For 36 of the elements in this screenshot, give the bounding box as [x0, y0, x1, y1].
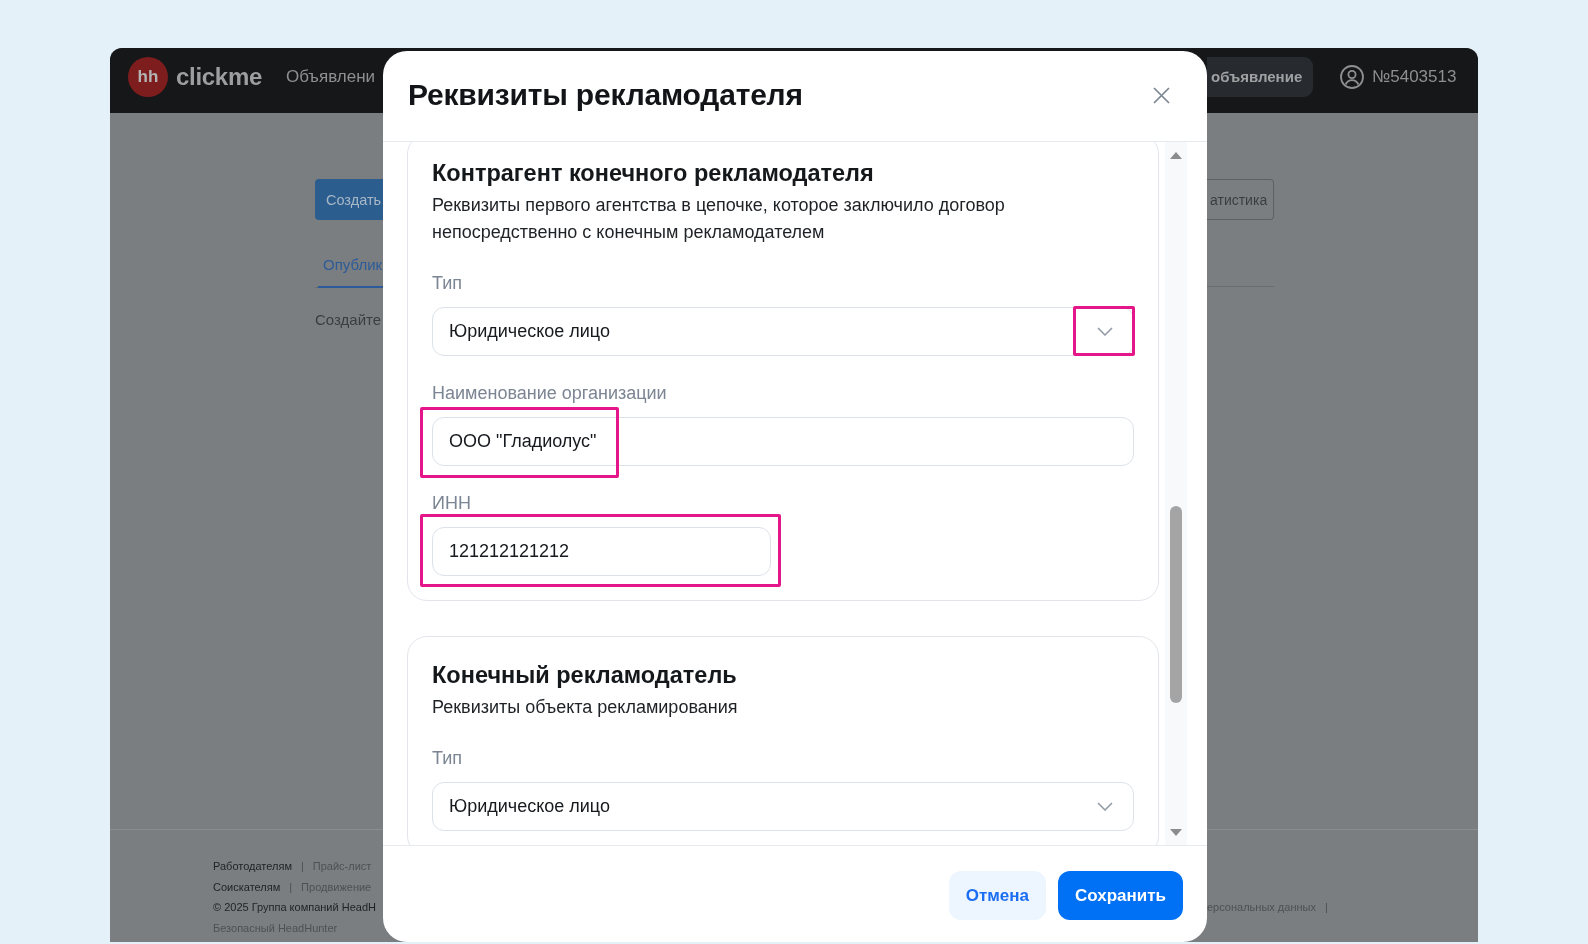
create-button[interactable]: Создать: [315, 179, 383, 220]
chevron-down-icon: [1097, 327, 1113, 336]
field-label: Тип: [432, 273, 462, 293]
field-label: ИНН: [432, 493, 471, 513]
scroll-up-arrow-icon[interactable]: [1170, 151, 1182, 159]
section-description: Реквизиты первого агентства в цепочке, которое заключило договор непосредственно с конечным рекламодателем: [432, 194, 1006, 244]
logo-badge[interactable]: hh: [128, 56, 168, 97]
save-button[interactable]: Сохранить: [1057, 871, 1183, 920]
footer-link[interactable]: Соискателям: [213, 876, 281, 898]
field-label: Тип: [432, 748, 462, 768]
cancel-button[interactable]: Отмена: [948, 871, 1046, 920]
account-number[interactable]: №5403513: [1372, 66, 1457, 87]
header-button[interactable]: объявление: [1207, 56, 1313, 97]
footer-separator: |: [1324, 900, 1328, 915]
empty-state-text: Создайте: [315, 311, 383, 328]
scrollbar-thumb[interactable]: [1170, 506, 1182, 703]
section-title: Контрагент конечного рекламодателя: [432, 159, 875, 187]
scroll-down-arrow-icon[interactable]: [1170, 828, 1182, 836]
statistics-button[interactable]: атистика: [1207, 179, 1274, 220]
chevron-down-icon: [1097, 802, 1113, 811]
section-description: Реквизиты объекта рекламирования: [432, 696, 739, 719]
section-title: Конечный рекламодатель: [432, 661, 738, 689]
input-field[interactable]: 121212121212: [432, 527, 771, 576]
dialog-title: Реквизиты рекламодателя: [408, 78, 803, 112]
footer-separator: |: [289, 879, 293, 895]
nav-link[interactable]: Объявлени: [285, 66, 376, 87]
input-field[interactable]: ООО "Гладиолус": [432, 417, 1134, 466]
field-label: Наименование организации: [432, 383, 667, 403]
user-icon[interactable]: [1340, 64, 1364, 89]
footer-separator: |: [300, 859, 304, 874]
close-icon: [1153, 86, 1170, 104]
footer-link[interactable]: Работодателям: [213, 856, 292, 877]
copyright-text: © 2025 Группа компаний HeadH: [213, 900, 377, 916]
close-button[interactable]: [1153, 86, 1170, 104]
logo-text[interactable]: clickme: [176, 62, 262, 91]
select-field[interactable]: Юридическое лицо: [432, 782, 1134, 831]
